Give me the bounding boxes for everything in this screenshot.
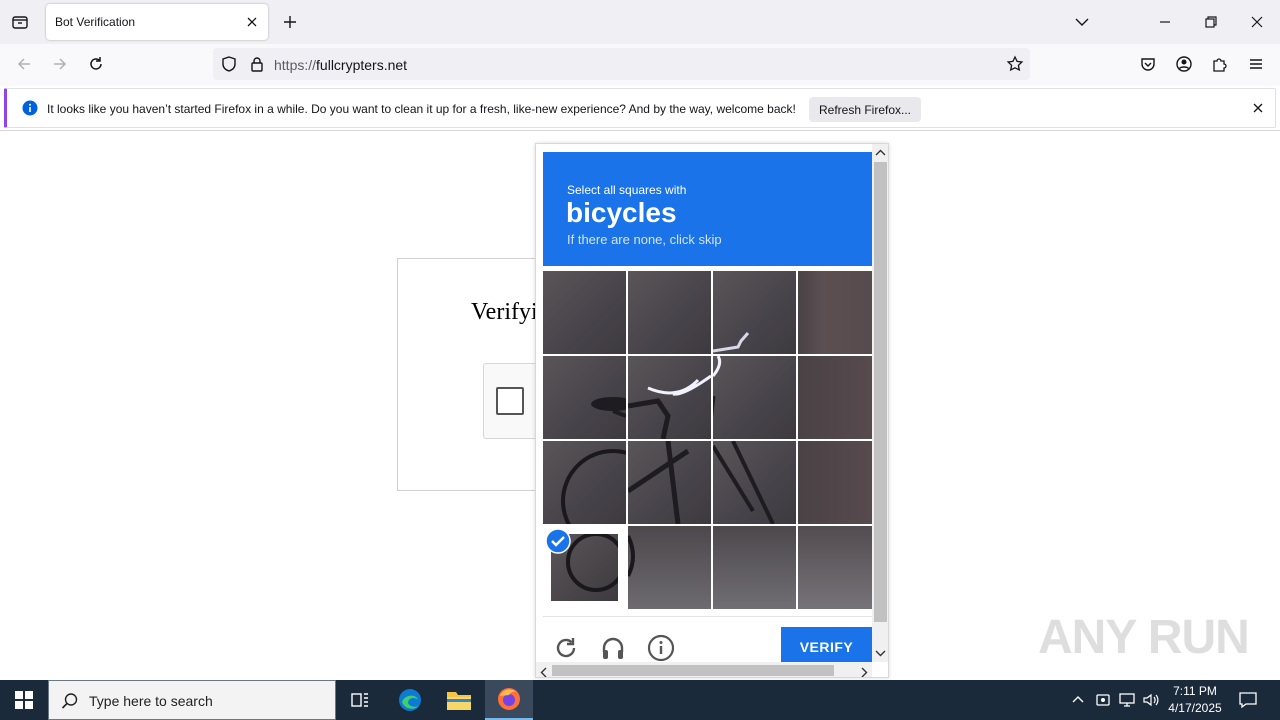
url-domain: fullcrypters.net (316, 57, 408, 73)
captcha-instruction: Select all squares with (567, 183, 687, 197)
notification-message: It looks like you haven’t started Firefo… (47, 102, 796, 116)
captcha-tile[interactable] (798, 526, 872, 609)
captcha-tile[interactable] (798, 441, 872, 524)
windows-taskbar: Type here to search 7:11 PM 4/17/2025 (0, 680, 1280, 720)
tab-bot-verification[interactable]: Bot Verification (46, 4, 268, 40)
scroll-up-arrow-icon[interactable] (875, 146, 886, 158)
captcha-tile[interactable] (713, 441, 796, 524)
refresh-firefox-notification: It looks like you haven’t started Firefo… (4, 88, 1276, 128)
extensions-puzzle-icon[interactable] (1210, 54, 1230, 74)
scroll-left-arrow-icon[interactable] (538, 665, 550, 677)
verify-button[interactable]: VERIFY (781, 627, 872, 667)
volume-speaker-icon[interactable] (1142, 691, 1160, 709)
captcha-vertical-scrollbar[interactable] (872, 144, 888, 662)
hamburger-menu-icon[interactable] (1246, 54, 1266, 74)
new-tab-icon[interactable] (280, 12, 300, 32)
captcha-tile[interactable] (628, 441, 711, 524)
captcha-tile[interactable] (543, 356, 626, 439)
captcha-target-object: bicycles (566, 197, 677, 228)
scroll-down-arrow-icon[interactable] (875, 646, 886, 658)
captcha-header: Select all squares with bicycles If ther… (543, 152, 872, 266)
windows-start-icon[interactable] (0, 680, 48, 720)
url-scheme: https:// (274, 57, 317, 73)
captcha-tile[interactable] (628, 356, 711, 439)
captcha-tile-selected[interactable] (543, 526, 626, 609)
close-tab-icon[interactable] (242, 12, 262, 32)
captcha-tile[interactable] (628, 526, 711, 609)
reload-icon[interactable] (86, 54, 106, 74)
search-icon (61, 692, 79, 710)
network-icon[interactable] (1118, 691, 1136, 709)
captcha-tile[interactable] (713, 271, 796, 354)
toolbar-divider (0, 130, 1280, 131)
edge-browser-icon[interactable] (386, 680, 434, 720)
navigation-toolbar: https://fullcrypters.net (0, 44, 1280, 86)
taskbar-clock-date[interactable]: 4/17/2025 (1163, 701, 1227, 715)
captcha-tile[interactable] (543, 271, 626, 354)
url-text[interactable]: https://fullcrypters.net (274, 57, 407, 73)
info-help-icon[interactable] (647, 634, 675, 662)
captcha-tile[interactable] (713, 526, 796, 609)
captcha-horizontal-scrollbar[interactable] (536, 662, 872, 677)
anyrun-watermark-logo: ANY RUN (1038, 611, 1250, 664)
tab-strip: Bot Verification (0, 0, 1280, 44)
info-icon (22, 100, 38, 116)
action-center-notification-icon[interactable] (1238, 690, 1258, 710)
captcha-tile[interactable] (628, 271, 711, 354)
captcha-tile[interactable] (713, 356, 796, 439)
account-icon[interactable] (1174, 54, 1194, 74)
taskbar-search-box[interactable]: Type here to search (48, 680, 336, 720)
refresh-challenge-icon[interactable] (552, 634, 580, 662)
captcha-tile[interactable] (798, 356, 872, 439)
tracking-protection-shield-icon[interactable] (219, 54, 239, 74)
bookmark-star-icon[interactable] (1005, 54, 1025, 74)
page-title: Verifyi (471, 299, 538, 325)
pocket-icon[interactable] (1138, 54, 1158, 74)
verification-card: Verifyi (397, 258, 557, 491)
captcha-image-grid (543, 271, 872, 611)
tab-title: Bot Verification (55, 15, 136, 29)
scrollbar-thumb[interactable] (552, 665, 834, 676)
lock-icon[interactable] (247, 54, 267, 74)
close-window-icon[interactable] (1245, 10, 1269, 34)
captcha-footer-divider (543, 616, 872, 617)
captcha-tile[interactable] (798, 271, 872, 354)
back-arrow-icon[interactable] (14, 54, 34, 74)
taskbar-clock-time[interactable]: 7:11 PM (1171, 684, 1219, 698)
tab-overflow-chevron-icon[interactable] (1070, 10, 1094, 34)
list-all-tabs-icon[interactable] (10, 12, 30, 32)
captcha-hint: If there are none, click skip (567, 232, 722, 247)
firefox-taskbar-icon[interactable] (485, 680, 533, 720)
refresh-firefox-button[interactable]: Refresh Firefox... (809, 97, 921, 122)
captcha-checkbox[interactable] (496, 387, 524, 415)
close-notification-icon[interactable] (1249, 99, 1267, 117)
captcha-tile[interactable] (543, 441, 626, 524)
show-hidden-icons-chevron-icon[interactable] (1070, 692, 1086, 708)
checkmark-selected-icon (545, 528, 571, 554)
scrollbar-thumb[interactable] (874, 162, 887, 622)
restore-icon[interactable] (1199, 10, 1223, 34)
audio-challenge-headphones-icon[interactable] (599, 634, 627, 662)
meet-now-icon[interactable] (1094, 691, 1112, 709)
scroll-right-arrow-icon[interactable] (858, 665, 870, 677)
minimize-icon[interactable] (1153, 10, 1177, 34)
address-bar[interactable]: https://fullcrypters.net (213, 48, 1030, 80)
captcha-challenge-popup: Select all squares with bicycles If ther… (535, 143, 889, 678)
search-placeholder: Type here to search (89, 693, 213, 709)
captcha-checkbox-widget (483, 363, 543, 439)
file-explorer-folder-icon[interactable] (435, 680, 483, 720)
forward-arrow-icon[interactable] (50, 54, 70, 74)
task-view-icon[interactable] (336, 680, 384, 720)
